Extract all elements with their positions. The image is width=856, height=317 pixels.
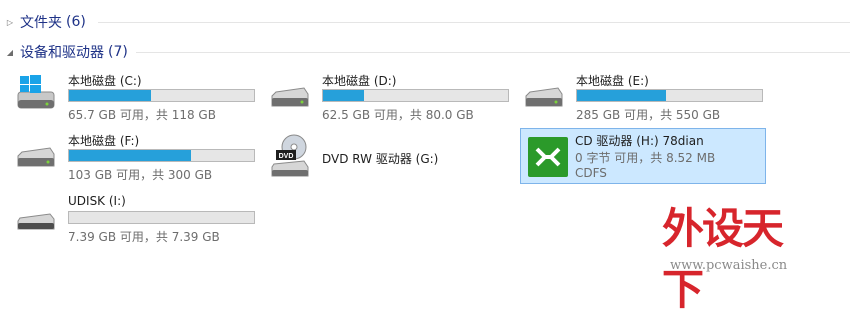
drive-free-space: 65.7 GB 可用，共 118 GB <box>68 108 216 122</box>
cd-app-icon <box>528 137 568 177</box>
drive-free-space: 285 GB 可用，共 550 GB <box>576 108 721 122</box>
drive-h-cd[interactable]: CD 驱动器 (H:) 78dian 0 字节 可用，共 8.52 MB CDF… <box>520 128 766 184</box>
drive-free-space: 103 GB 可用，共 300 GB <box>68 168 213 182</box>
drive-name: 本地磁盘 (D:) <box>322 74 397 88</box>
chevron-right-icon[interactable]: ▷ <box>4 16 16 28</box>
watermark-logo: 外设天下 <box>662 195 812 314</box>
capacity-bar-fill <box>69 90 151 101</box>
capacity-bar <box>576 89 763 102</box>
drive-d[interactable]: 本地磁盘 (D:) 62.5 GB 可用，共 80.0 GB <box>260 68 509 124</box>
watermark-url: www.pcwaishe.cn <box>670 258 788 273</box>
drive-c[interactable]: 本地磁盘 (C:) 65.7 GB 可用，共 118 GB <box>6 68 255 124</box>
group-folders[interactable]: ▷ 文件夹 (6) <box>4 12 86 32</box>
chevron-down-icon[interactable]: ◢ <box>4 46 16 58</box>
drive-filesystem: CDFS <box>575 166 607 180</box>
hard-drive-icon <box>271 87 309 107</box>
capacity-bar <box>322 89 509 102</box>
drive-name: UDISK (I:) <box>68 194 126 208</box>
windows-system-drive-icon <box>17 75 55 109</box>
drive-free-space: 7.39 GB 可用，共 7.39 GB <box>68 230 220 244</box>
svg-text:DVD: DVD <box>279 153 294 160</box>
group-count: (7) <box>108 44 128 60</box>
hard-drive-icon <box>525 87 563 107</box>
drive-f[interactable]: 本地磁盘 (F:) 103 GB 可用，共 300 GB <box>6 128 255 184</box>
drive-name: 本地磁盘 (C:) <box>68 74 142 88</box>
usb-drive-icon <box>17 213 55 230</box>
drive-e[interactable]: 本地磁盘 (E:) 285 GB 可用，共 550 GB <box>514 68 763 124</box>
dvd-drive-icon: DVD <box>271 134 309 177</box>
drive-i-usb[interactable]: UDISK (I:) 7.39 GB 可用，共 7.39 GB <box>6 190 255 246</box>
drive-free-space: 62.5 GB 可用，共 80.0 GB <box>322 108 474 122</box>
drive-name: 本地磁盘 (F:) <box>68 134 140 148</box>
drive-free-space: 0 字节 可用，共 8.52 MB <box>575 151 716 165</box>
group-divider <box>136 52 850 53</box>
drive-name: CD 驱动器 (H:) 78dian <box>575 134 704 148</box>
capacity-bar <box>68 89 255 102</box>
group-title: 文件夹 <box>20 15 62 31</box>
group-title: 设备和驱动器 <box>20 45 104 61</box>
capacity-bar-fill <box>69 150 191 161</box>
watermark-logo-text: 外设天下 <box>662 204 784 314</box>
drive-name: DVD RW 驱动器 (G:) <box>322 152 439 166</box>
hard-drive-icon <box>17 147 55 167</box>
drive-g-dvd[interactable]: DVD DVD RW 驱动器 (G:) <box>260 128 506 184</box>
group-count: (6) <box>66 14 86 30</box>
capacity-bar-fill <box>323 90 364 101</box>
group-divider <box>98 22 850 23</box>
group-devices[interactable]: ◢ 设备和驱动器 (7) <box>4 42 128 62</box>
capacity-bar-fill <box>577 90 667 101</box>
capacity-bar <box>68 149 255 162</box>
drive-name: 本地磁盘 (E:) <box>576 74 649 88</box>
capacity-bar <box>68 211 255 224</box>
